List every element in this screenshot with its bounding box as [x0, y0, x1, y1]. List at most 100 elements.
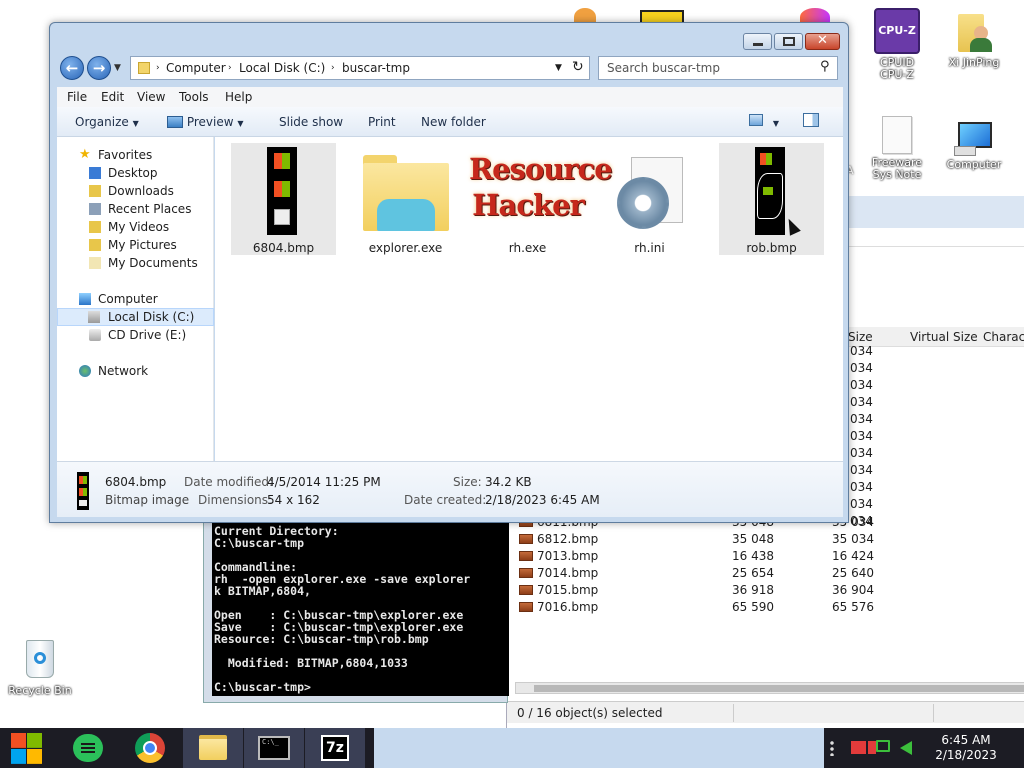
row-name: 7013.bmp: [537, 549, 599, 563]
navigation-pane: ★ Favorites Desktop Downloads Recent Pla…: [57, 137, 214, 461]
star-icon: ★: [79, 147, 91, 162]
row-vsize: 034: [850, 497, 873, 511]
history-dropdown-icon[interactable]: ▼: [114, 63, 121, 73]
search-box[interactable]: Search buscar-tmp ⚲: [598, 56, 838, 80]
search-input[interactable]: Search buscar-tmp: [607, 61, 720, 75]
file-tile-explorer-exe[interactable]: explorer.exe: [353, 143, 458, 255]
clock[interactable]: 6:45 AM 2/18/2023: [924, 733, 1008, 763]
nav-pictures[interactable]: My Pictures: [57, 236, 214, 254]
minimize-button[interactable]: [743, 33, 772, 50]
preview-pane-icon: [803, 113, 819, 127]
taskbar-blank: [374, 728, 824, 768]
cd-drive-icon: [89, 329, 101, 341]
flag2-icon[interactable]: [868, 741, 876, 754]
clock-time: 6:45 AM: [941, 733, 991, 747]
recent-places-icon: [89, 203, 101, 215]
menu-bar: File Edit View Tools Help: [57, 87, 843, 107]
file-tile-6804-bmp[interactable]: 6804.bmp: [231, 143, 336, 255]
col-size[interactable]: Size: [848, 330, 873, 344]
row-size: 35 048: [732, 532, 774, 546]
breadcrumb-computer[interactable]: Computer: [166, 61, 226, 75]
table-row[interactable]: 7015.bmp 36 918 36 904: [507, 582, 1024, 599]
nav-cd-drive[interactable]: CD Drive (E:): [57, 326, 214, 344]
col-characteristics[interactable]: Charact: [983, 330, 1024, 344]
file-tile-rob-bmp[interactable]: rob.bmp: [719, 143, 824, 255]
change-view-button[interactable]: ▼: [749, 114, 779, 129]
explorer-app-button[interactable]: [183, 728, 243, 768]
organize-button[interactable]: Organize ▼: [75, 115, 139, 129]
7zip-scrollbar[interactable]: [515, 682, 1024, 694]
table-row[interactable]: 7013.bmp 16 438 16 424: [507, 548, 1024, 565]
nav-local-disk[interactable]: Local Disk (C:): [57, 308, 214, 326]
resource-hacker-logo-line1: Resource: [469, 152, 613, 186]
nav-documents[interactable]: My Documents: [57, 254, 214, 272]
7zip-scroll-thumb[interactable]: [534, 685, 1024, 692]
7zip-icon: 7z: [321, 735, 349, 761]
table-row[interactable]: 7016.bmp 65 590 65 576: [507, 599, 1024, 616]
address-bar[interactable]: › Computer › Local Disk (C:) › buscar-tm…: [130, 56, 590, 80]
freeware-label-line2: Sys Note: [872, 168, 922, 181]
nav-videos[interactable]: My Videos: [57, 218, 214, 236]
preview-pane-button[interactable]: [803, 113, 819, 130]
file-tile-rh-exe[interactable]: Resource Hacker rh.exe: [469, 143, 613, 255]
cpu-z-desktop-icon[interactable]: CPU-Z CPUID CPU-Z: [861, 8, 933, 81]
table-row[interactable]: 6812.bmp 35 048 35 034: [507, 531, 1024, 548]
start-button[interactable]: [0, 728, 60, 768]
nav-network[interactable]: Network: [57, 362, 214, 380]
address-dropdown-icon[interactable]: ▼: [555, 63, 562, 73]
slideshow-button[interactable]: Slide show: [279, 115, 343, 129]
explorer-window[interactable]: ✕ ← → ▼ › Computer › Local Disk (C:) › b…: [49, 22, 849, 523]
freeware-sysnote-desktop-icon[interactable]: Freeware Sys Note: [861, 116, 933, 181]
address-folder-icon: [138, 62, 150, 74]
row-name-cell: 7013.bmp: [519, 549, 598, 563]
tray-overflow-icon[interactable]: [830, 740, 834, 756]
user-folder-label: Xi JinPing: [948, 56, 1000, 69]
console-output: Current Directory: C:\buscar-tmp Commandl…: [212, 521, 509, 696]
menu-view[interactable]: View: [137, 90, 165, 104]
close-button[interactable]: ✕: [805, 33, 840, 50]
row-size: 36 918: [732, 583, 774, 597]
nav-desktop[interactable]: Desktop: [57, 164, 214, 182]
document-icon: [882, 116, 912, 154]
preview-button[interactable]: Preview ▼: [167, 115, 244, 129]
menu-help[interactable]: Help: [225, 90, 252, 104]
menu-tools[interactable]: Tools: [179, 90, 209, 104]
user-folder-desktop-icon[interactable]: Xi JinPing: [938, 8, 1010, 69]
chrome-app-button[interactable]: [121, 728, 181, 768]
menu-file[interactable]: File: [67, 90, 87, 104]
desktop-icon: [89, 167, 101, 179]
nav-recent-label: Recent Places: [108, 202, 192, 216]
nav-favorites[interactable]: ★ Favorites: [57, 146, 214, 164]
nav-documents-label: My Documents: [108, 256, 198, 270]
taskbar: C:\_ 7z 6:45 AM 2/18/2023: [0, 728, 1024, 768]
computer-desktop-icon[interactable]: Computer: [938, 120, 1010, 171]
notes-app-button[interactable]: [58, 728, 118, 768]
console-window[interactable]: Current Directory: C:\buscar-tmp Commandl…: [203, 505, 509, 703]
breadcrumb-folder[interactable]: buscar-tmp: [342, 61, 410, 75]
7zip-app-button[interactable]: 7z: [305, 728, 365, 768]
print-button[interactable]: Print: [368, 115, 396, 129]
refresh-icon[interactable]: ↻: [572, 59, 584, 75]
search-icon[interactable]: ⚲: [820, 59, 830, 74]
maximize-button[interactable]: [774, 33, 803, 50]
network-tray-icon[interactable]: [876, 740, 890, 752]
chevron-down-icon: ▼: [132, 119, 139, 128]
col-virtual-size[interactable]: Virtual Size: [910, 330, 978, 344]
nav-downloads[interactable]: Downloads: [57, 182, 214, 200]
console-app-button[interactable]: C:\_: [244, 728, 304, 768]
table-row[interactable]: 7014.bmp 25 654 25 640: [507, 565, 1024, 582]
flag-icon[interactable]: [851, 741, 866, 754]
new-folder-button[interactable]: New folder: [421, 115, 486, 129]
menu-edit[interactable]: Edit: [101, 90, 124, 104]
nav-computer[interactable]: Computer: [57, 290, 214, 308]
back-button[interactable]: ←: [60, 56, 84, 80]
forward-button[interactable]: →: [87, 56, 111, 80]
recycle-bin-desktop-icon[interactable]: Recycle Bin: [4, 636, 76, 697]
row-vsize: 034: [850, 344, 873, 358]
bmp-file-icon: [519, 585, 533, 595]
preview-label: Preview: [186, 115, 234, 129]
breadcrumb-local-disk[interactable]: Local Disk (C:): [239, 61, 325, 75]
nav-recent-places[interactable]: Recent Places: [57, 200, 214, 218]
file-tile-rh-ini[interactable]: rh.ini: [597, 143, 702, 255]
volume-icon[interactable]: [900, 741, 912, 755]
